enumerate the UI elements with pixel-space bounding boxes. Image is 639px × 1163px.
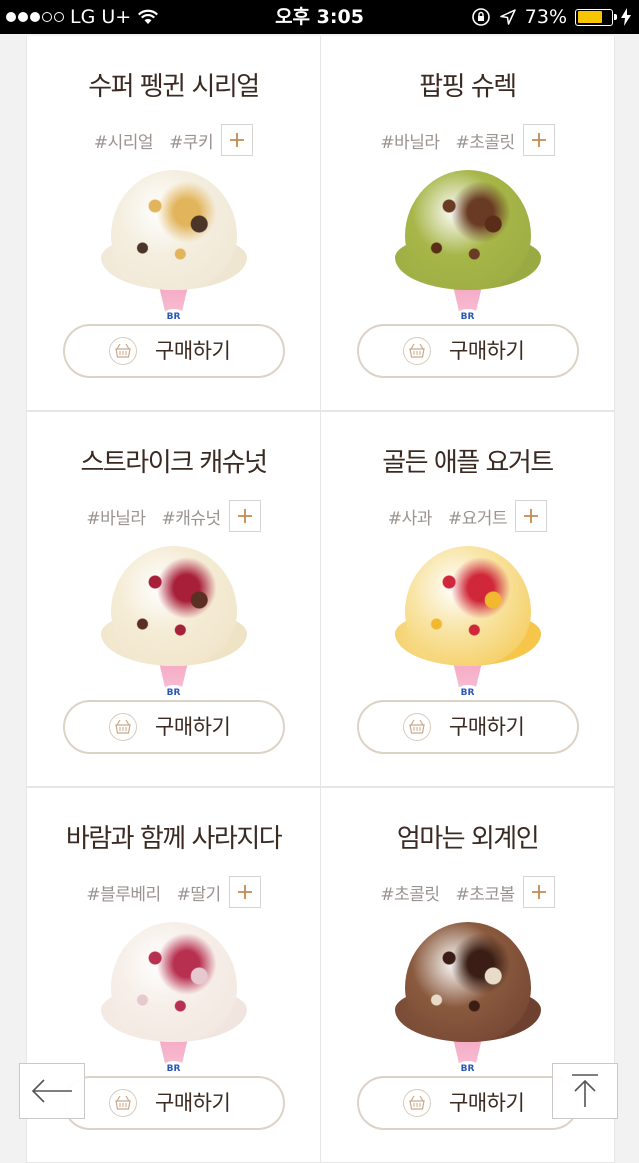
basket-icon: [403, 1089, 431, 1117]
scoop: [110, 546, 237, 666]
buy-button-label: 구매하기: [449, 715, 525, 739]
buy-button-label: 구매하기: [155, 715, 231, 739]
status-bar: LG U+ 오후 3:05 73%: [0, 0, 639, 34]
buy-button[interactable]: 구매하기: [63, 324, 285, 378]
br-logo: BR: [454, 685, 481, 701]
buy-button-label: 구매하기: [449, 339, 525, 363]
plus-icon: [237, 885, 252, 899]
scoop: [404, 170, 531, 290]
hashtag[interactable]: #초코볼: [456, 880, 516, 905]
add-tag-button[interactable]: [228, 876, 261, 908]
scroll-top-button[interactable]: [552, 1063, 618, 1119]
battery-icon: [575, 8, 617, 26]
hashtag[interactable]: #블루베리: [86, 880, 161, 905]
back-button[interactable]: [19, 1063, 85, 1119]
basket-icon: [403, 337, 431, 365]
tag-row: #초콜릿 #초코볼: [321, 875, 614, 909]
plus-icon: [524, 509, 539, 523]
plus-icon: [230, 133, 245, 147]
location-arrow-icon: [500, 9, 516, 25]
scoop: [404, 922, 531, 1042]
buy-button-label: 구매하기: [155, 339, 231, 363]
basket-icon: [109, 1089, 137, 1117]
arrow-up-icon: [572, 1074, 598, 1107]
product-name[interactable]: 팝핑 슈렉: [321, 66, 614, 103]
battery-percent: 73%: [524, 6, 567, 28]
product-name[interactable]: 수퍼 펭귄 시리얼: [27, 66, 320, 103]
product-name[interactable]: 바람과 함께 사라지다: [27, 818, 320, 855]
status-right: 73%: [471, 0, 631, 34]
ice-cream-image[interactable]: BR: [393, 166, 543, 326]
scoop: [110, 922, 237, 1042]
product-name[interactable]: 골든 애플 요거트: [321, 442, 614, 479]
scoop: [404, 546, 531, 666]
plus-icon: [531, 133, 546, 147]
br-logo: BR: [454, 1061, 481, 1077]
rotation-lock-icon: [471, 8, 490, 26]
ice-cream-image[interactable]: BR: [99, 542, 249, 702]
product-name[interactable]: 엄마는 외계인: [321, 818, 614, 855]
hashtag[interactable]: #딸기: [177, 880, 222, 905]
tag-row: #시리얼 #쿠키: [27, 123, 320, 157]
hashtag[interactable]: #바닐라: [86, 504, 146, 529]
hashtag[interactable]: #요거트: [448, 504, 508, 529]
product-name[interactable]: 스트라이크 캐슈넛: [27, 442, 320, 479]
tag-row: #바닐라 #캐슈넛: [27, 499, 320, 533]
buy-button[interactable]: 구매하기: [357, 324, 579, 378]
add-tag-button[interactable]: [228, 500, 261, 532]
product-card[interactable]: 수퍼 펭귄 시리얼 #시리얼 #쿠키 BR 구매하기: [27, 36, 320, 410]
br-logo: BR: [160, 309, 187, 325]
br-logo: BR: [160, 1061, 187, 1077]
basket-icon: [109, 713, 137, 741]
buy-button[interactable]: 구매하기: [357, 1076, 579, 1130]
buy-button[interactable]: 구매하기: [63, 700, 285, 754]
br-logo: BR: [454, 309, 481, 325]
tag-row: #사과 #요거트: [321, 499, 614, 533]
product-card[interactable]: 스트라이크 캐슈넛 #바닐라 #캐슈넛 BR 구매하기: [27, 412, 320, 786]
tag-row: #블루베리 #딸기: [27, 875, 320, 909]
plus-icon: [531, 885, 546, 899]
basket-icon: [109, 337, 137, 365]
hashtag[interactable]: #초콜릿: [456, 128, 516, 153]
hashtag[interactable]: #캐슈넛: [162, 504, 222, 529]
plus-icon: [237, 509, 252, 523]
scoop: [110, 170, 237, 290]
add-tag-button[interactable]: [522, 124, 555, 156]
arrow-left-icon: [31, 1079, 72, 1103]
hashtag[interactable]: #쿠키: [169, 128, 214, 153]
buy-button-label: 구매하기: [155, 1091, 231, 1115]
add-tag-button[interactable]: [221, 124, 254, 156]
add-tag-button[interactable]: [522, 876, 555, 908]
add-tag-button[interactable]: [515, 500, 548, 532]
tag-row: #바닐라 #초콜릿: [321, 123, 614, 157]
buy-button[interactable]: 구매하기: [63, 1076, 285, 1130]
hashtag[interactable]: #초콜릿: [380, 880, 440, 905]
ice-cream-image[interactable]: BR: [393, 542, 543, 702]
product-grid: 수퍼 펭귄 시리얼 #시리얼 #쿠키 BR 구매하기 팝핑 슈렉 #바닐라 #초콜릿 BR 구매하…: [26, 36, 615, 1163]
hashtag[interactable]: #사과: [388, 504, 433, 529]
hashtag[interactable]: #바닐라: [380, 128, 440, 153]
br-logo: BR: [160, 685, 187, 701]
buy-button[interactable]: 구매하기: [357, 700, 579, 754]
ice-cream-image[interactable]: BR: [99, 166, 249, 326]
ice-cream-image[interactable]: BR: [99, 918, 249, 1078]
product-card[interactable]: 골든 애플 요거트 #사과 #요거트 BR 구매하기: [321, 412, 614, 786]
ice-cream-image[interactable]: BR: [393, 918, 543, 1078]
buy-button-label: 구매하기: [449, 1091, 525, 1115]
charging-bolt-icon: [621, 8, 631, 26]
product-card[interactable]: 팝핑 슈렉 #바닐라 #초콜릿 BR 구매하기: [321, 36, 614, 410]
hashtag[interactable]: #시리얼: [94, 128, 154, 153]
basket-icon: [403, 713, 431, 741]
